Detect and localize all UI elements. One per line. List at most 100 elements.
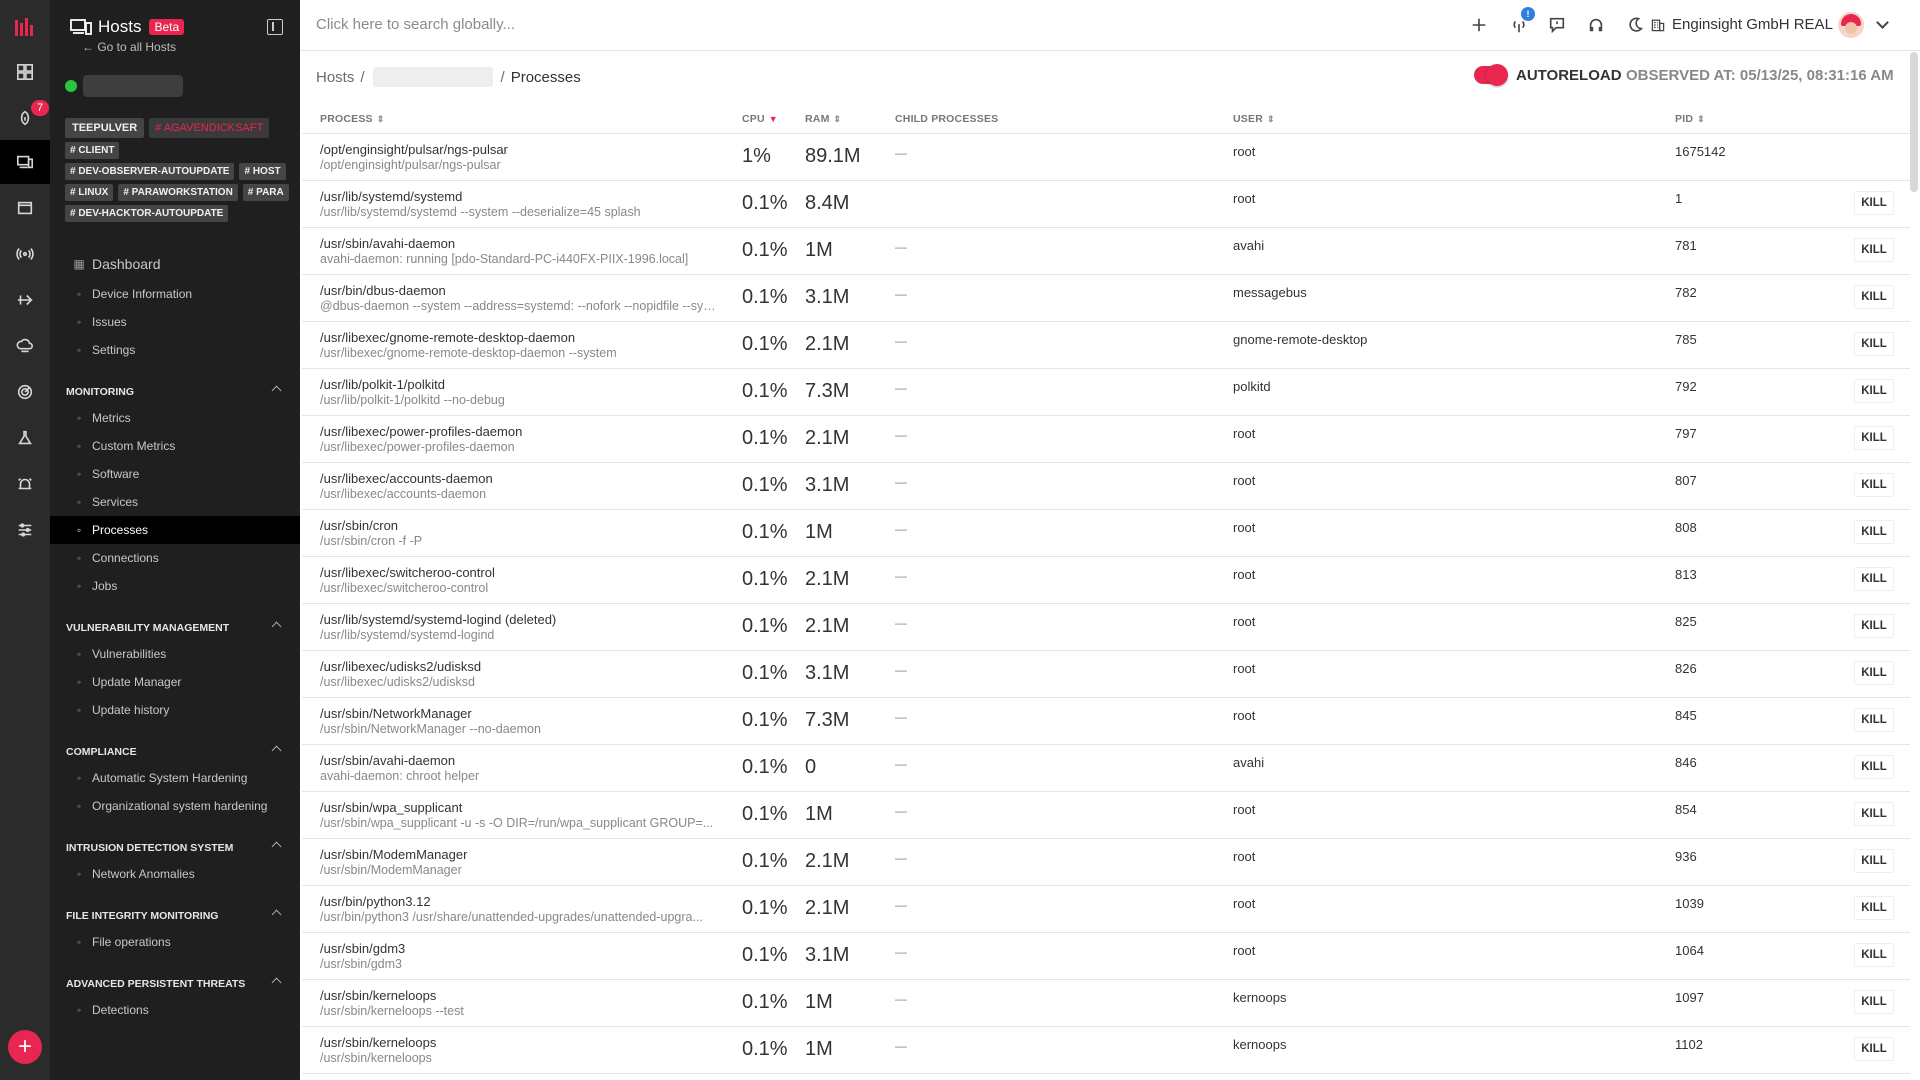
route-icon[interactable] [0, 278, 50, 322]
nav-vulnerabilities[interactable]: ◦ Vulnerabilities [50, 640, 300, 668]
nav-issues[interactable]: ◦ Issues [50, 308, 300, 336]
signal-icon[interactable]: ! [1508, 7, 1535, 36]
nav-jobs[interactable]: ◦ Jobs [50, 572, 300, 600]
kill-button[interactable]: KILL [1854, 1037, 1894, 1061]
kill-button[interactable]: KILL [1854, 896, 1894, 920]
host-tag[interactable]: # AGAVENDICKSAFT [149, 118, 270, 138]
kill-button[interactable]: KILL [1854, 191, 1894, 215]
process-name: /usr/sbin/ModemManager [320, 847, 468, 862]
collapse-sidebar-icon[interactable] [267, 19, 283, 35]
host-tag[interactable]: # LINUX [65, 184, 114, 201]
host-tag[interactable]: # PARAWORKSTATION [118, 184, 238, 201]
user-value: avahi [1233, 755, 1265, 770]
kill-button[interactable]: KILL [1854, 332, 1894, 356]
table-row: /usr/sbin/ModemManager/usr/sbin/ModemMan… [302, 839, 1910, 886]
support-icon[interactable] [1585, 14, 1607, 36]
chevron-down-icon[interactable] [1876, 16, 1889, 29]
nav-custom-metrics[interactable]: ◦ Custom Metrics [50, 432, 300, 460]
kill-button[interactable]: KILL [1854, 379, 1894, 403]
breadcrumb-host-redacted[interactable] [372, 67, 493, 87]
dashboard-icon[interactable] [0, 50, 50, 94]
nav-organizational-system-hardening[interactable]: ◦ Organizational system hardening [50, 792, 300, 820]
kill-button[interactable]: KILL [1854, 285, 1894, 309]
nav-processes[interactable]: ◦ Processes [50, 516, 300, 544]
nav-item-label: Software [92, 467, 140, 481]
host-tag[interactable]: # CLIENT [65, 142, 120, 159]
dark-mode-icon[interactable] [1624, 14, 1646, 36]
kill-button[interactable]: KILL [1854, 520, 1894, 544]
nav-detections[interactable]: ◦ Detections [50, 996, 300, 1024]
global-search[interactable]: Click here to search globally... [316, 16, 515, 33]
col-process[interactable]: PROCESS ⇕ [320, 113, 385, 125]
kill-button[interactable]: KILL [1854, 990, 1894, 1014]
nav-network-anomalies[interactable]: ◦ Network Anomalies [50, 860, 300, 888]
col-ram[interactable]: RAM ⇕ [805, 113, 841, 125]
col-pid[interactable]: PID ⇕ [1675, 113, 1705, 125]
hosts-icon[interactable] [0, 140, 50, 184]
add-icon[interactable] [1468, 14, 1490, 36]
nav-settings[interactable]: ◦ Settings [50, 336, 300, 364]
col-cpu[interactable]: CPU ▼ [742, 113, 778, 125]
kill-button[interactable]: KILL [1854, 426, 1894, 450]
section-compliance[interactable]: COMPLIANCE [50, 724, 300, 764]
kill-button[interactable]: KILL [1854, 614, 1894, 638]
kill-button[interactable]: KILL [1854, 567, 1894, 591]
radar-icon[interactable] [0, 370, 50, 414]
host-tag[interactable]: TEEPULVER [65, 118, 145, 138]
go-to-all-hosts-link[interactable]: ← Go to all Hosts [82, 40, 176, 54]
kill-button[interactable]: KILL [1854, 755, 1894, 779]
kill-button[interactable]: KILL [1854, 802, 1894, 826]
kill-button[interactable]: KILL [1854, 943, 1894, 967]
kill-button[interactable]: KILL [1854, 661, 1894, 685]
table-row: /usr/sbin/avahi-daemon avahi-daemon: chro… [302, 745, 1910, 792]
nav-services[interactable]: ◦ Services [50, 488, 300, 516]
process-cell: /usr/sbin/kerneloops/usr/sbin/kerneloops… [320, 988, 720, 1018]
chat-icon[interactable] [1546, 14, 1568, 36]
alarm-icon[interactable] [0, 462, 50, 506]
nav-connections[interactable]: ◦ Connections [50, 544, 300, 572]
kill-button[interactable]: KILL [1854, 708, 1894, 732]
alerts-icon[interactable]: 7 [0, 96, 50, 140]
nav-file-operations[interactable]: ◦ File operations [50, 928, 300, 956]
col-user[interactable]: USER ⇕ [1233, 113, 1275, 125]
sliders-icon[interactable] [0, 508, 50, 552]
breadcrumb-hosts[interactable]: Hosts [316, 69, 354, 86]
process-name: /usr/sbin/avahi-daemon [320, 753, 456, 768]
kill-button[interactable]: KILL [1854, 473, 1894, 497]
avatar[interactable] [1838, 12, 1864, 38]
nav-metrics[interactable]: ◦ Metrics [50, 404, 300, 432]
network-icon[interactable] [0, 232, 50, 276]
pid-value: 1102 [1675, 1037, 1703, 1052]
nav-software[interactable]: ◦ Software [50, 460, 300, 488]
nav-automatic-system-hardening[interactable]: ◦ Automatic System Hardening [50, 764, 300, 792]
kill-button[interactable]: KILL [1854, 849, 1894, 873]
section-intrusion-detection[interactable]: INTRUSION DETECTION SYSTEM [50, 820, 300, 860]
scrollbar[interactable] [1910, 52, 1918, 192]
cpu-value: 0.1% [742, 380, 788, 402]
cloud-icon[interactable] [0, 324, 50, 368]
nav-update-manager[interactable]: ◦ Update Manager [50, 668, 300, 696]
section-monitoring[interactable]: MONITORING [50, 364, 300, 404]
host-tag[interactable]: # HOST [239, 163, 286, 180]
autoreload-toggle[interactable] [1474, 64, 1508, 86]
process-name: /opt/enginsight/pulsar/ngs-pulsar [320, 142, 508, 157]
kill-button[interactable]: KILL [1854, 238, 1894, 262]
process-name: /usr/libexec/power-profiles-daemon [320, 424, 523, 439]
beta-badge: Beta [149, 19, 185, 35]
lab-icon[interactable] [0, 416, 50, 460]
host-tag[interactable]: # PARA [242, 184, 289, 201]
logo-icon[interactable] [0, 8, 50, 48]
section-apt[interactable]: ADVANCED PERSISTENT THREATS [50, 956, 300, 996]
browser-icon[interactable] [0, 186, 50, 230]
nav-dashboard[interactable]: ▦ Dashboard [50, 248, 300, 280]
nav-update-history[interactable]: ◦ Update history [50, 696, 300, 724]
host-tag[interactable]: # DEV-HACKTOR-AUTOUPDATE [65, 205, 229, 222]
host-tag[interactable]: # DEV-OBSERVER-AUTOUPDATE [65, 163, 235, 180]
nav-item-label: Vulnerabilities [92, 647, 167, 661]
nav-device-information[interactable]: ◦ Device Information [50, 280, 300, 308]
nav-item-icon: ◦ [76, 675, 82, 689]
section-file-integrity[interactable]: FILE INTEGRITY MONITORING [50, 888, 300, 928]
organization-switcher[interactable]: Enginsight GmbH REAL [1650, 16, 1833, 33]
section-vulnerability-management[interactable]: VULNERABILITY MANAGEMENT [50, 600, 300, 640]
add-button[interactable]: + [8, 1030, 42, 1064]
